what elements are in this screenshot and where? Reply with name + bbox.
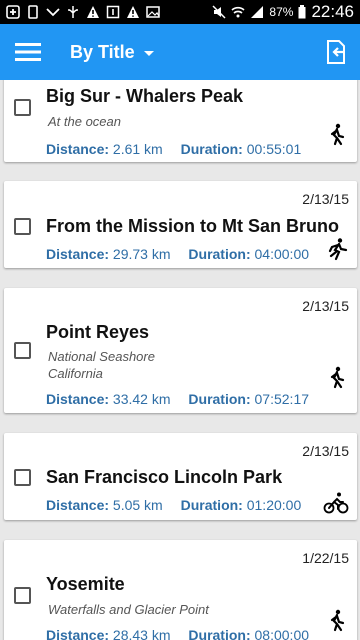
wifi-icon bbox=[231, 6, 245, 18]
route-stats: Distance: 29.73 km Duration: 04:00:00 bbox=[46, 246, 309, 262]
duration-label: Duration: bbox=[188, 627, 251, 640]
distance-value: 29.73 km bbox=[112, 246, 171, 262]
route-card[interactable]: 1/22/15 Yosemite Waterfalls and Glacier … bbox=[4, 540, 357, 640]
phone-outline-icon bbox=[28, 5, 38, 19]
route-stats: Distance: 28.43 km Duration: 08:00:00 bbox=[46, 627, 309, 640]
route-title: Yosemite bbox=[46, 574, 125, 594]
distance-value: 33.42 km bbox=[112, 391, 171, 407]
duration-value: 04:00:00 bbox=[254, 246, 310, 262]
walking-icon bbox=[330, 609, 345, 632]
route-description: National Seashore bbox=[48, 349, 155, 364]
duration-label: Duration: bbox=[188, 246, 251, 262]
hamburger-menu-icon bbox=[15, 43, 41, 61]
distance-label: Distance: bbox=[46, 627, 110, 640]
running-icon bbox=[328, 238, 348, 261]
distance-value: 28.43 km bbox=[112, 627, 171, 640]
cycling-icon bbox=[323, 492, 349, 514]
distance-label: Distance: bbox=[46, 246, 110, 262]
route-date: 1/22/15 bbox=[302, 550, 349, 566]
app-title: By Title bbox=[70, 41, 135, 62]
route-date: 2/13/15 bbox=[302, 443, 349, 459]
route-title: From the Mission to Mt San Bruno bbox=[46, 216, 339, 236]
route-checkbox[interactable] bbox=[14, 469, 31, 486]
calendar-icon bbox=[106, 5, 120, 19]
route-date: 2/13/15 bbox=[302, 191, 349, 207]
duration-label: Duration: bbox=[188, 391, 251, 407]
notification-icons bbox=[0, 5, 160, 19]
duration-value: 07:52:17 bbox=[254, 391, 310, 407]
duration-value: 01:20:00 bbox=[246, 497, 302, 513]
duration-label: Duration: bbox=[180, 497, 243, 513]
usb-icon bbox=[68, 6, 78, 18]
route-stats: Distance: 33.42 km Duration: 07:52:17 bbox=[46, 391, 309, 407]
distance-label: Distance: bbox=[46, 141, 110, 157]
route-stats: Distance: 2.61 km Duration: 00:55:01 bbox=[46, 141, 301, 157]
battery-percent: 87% bbox=[269, 5, 294, 19]
battery-icon bbox=[298, 5, 306, 19]
route-card[interactable]: Big Sur - Whalers Peak At the ocean Dist… bbox=[4, 80, 357, 162]
route-checkbox[interactable] bbox=[14, 587, 31, 604]
duration-value: 00:55:01 bbox=[246, 141, 302, 157]
mute-icon bbox=[212, 5, 226, 19]
route-card[interactable]: 2/13/15 San Francisco Lincoln Park Dista… bbox=[4, 433, 357, 520]
dropdown-arrow-icon bbox=[143, 50, 154, 56]
walking-icon bbox=[330, 123, 345, 146]
route-checkbox[interactable] bbox=[14, 218, 31, 235]
missed-call-icon bbox=[46, 8, 60, 17]
route-card[interactable]: 2/13/15 From the Mission to Mt San Bruno… bbox=[4, 181, 357, 268]
distance-value: 2.61 km bbox=[112, 141, 163, 157]
plus-box-icon bbox=[6, 5, 20, 19]
route-checkbox[interactable] bbox=[14, 99, 31, 116]
warning-icon bbox=[127, 6, 139, 18]
signal-icon bbox=[251, 6, 264, 18]
status-bar: 87% 22:46 bbox=[0, 0, 360, 24]
export-icon[interactable] bbox=[322, 38, 350, 66]
distance-label: Distance: bbox=[46, 391, 110, 407]
route-description: California bbox=[48, 366, 103, 381]
route-date: 2/13/15 bbox=[302, 298, 349, 314]
walking-icon bbox=[330, 366, 345, 389]
sort-dropdown[interactable]: By Title bbox=[70, 42, 154, 63]
warning-icon bbox=[87, 6, 99, 18]
clock: 22:46 bbox=[311, 2, 354, 21]
distance-label: Distance: bbox=[46, 497, 110, 513]
route-title: Point Reyes bbox=[46, 322, 150, 342]
route-description: At the ocean bbox=[48, 114, 121, 129]
route-title: San Francisco Lincoln Park bbox=[46, 467, 283, 487]
duration-label: Duration: bbox=[180, 141, 243, 157]
menu-button[interactable] bbox=[0, 24, 56, 80]
route-card[interactable]: 2/13/15 Point Reyes National Seashore Ca… bbox=[4, 288, 357, 413]
route-description: Waterfalls and Glacier Point bbox=[48, 602, 209, 617]
distance-value: 5.05 km bbox=[112, 497, 163, 513]
image-icon bbox=[146, 6, 160, 18]
route-title: Big Sur - Whalers Peak bbox=[46, 86, 244, 106]
route-checkbox[interactable] bbox=[14, 342, 31, 359]
route-list: Big Sur - Whalers Peak At the ocean Dist… bbox=[0, 80, 360, 640]
duration-value: 08:00:00 bbox=[254, 627, 310, 640]
app-bar: By Title bbox=[0, 24, 360, 80]
route-stats: Distance: 5.05 km Duration: 01:20:00 bbox=[46, 497, 301, 513]
